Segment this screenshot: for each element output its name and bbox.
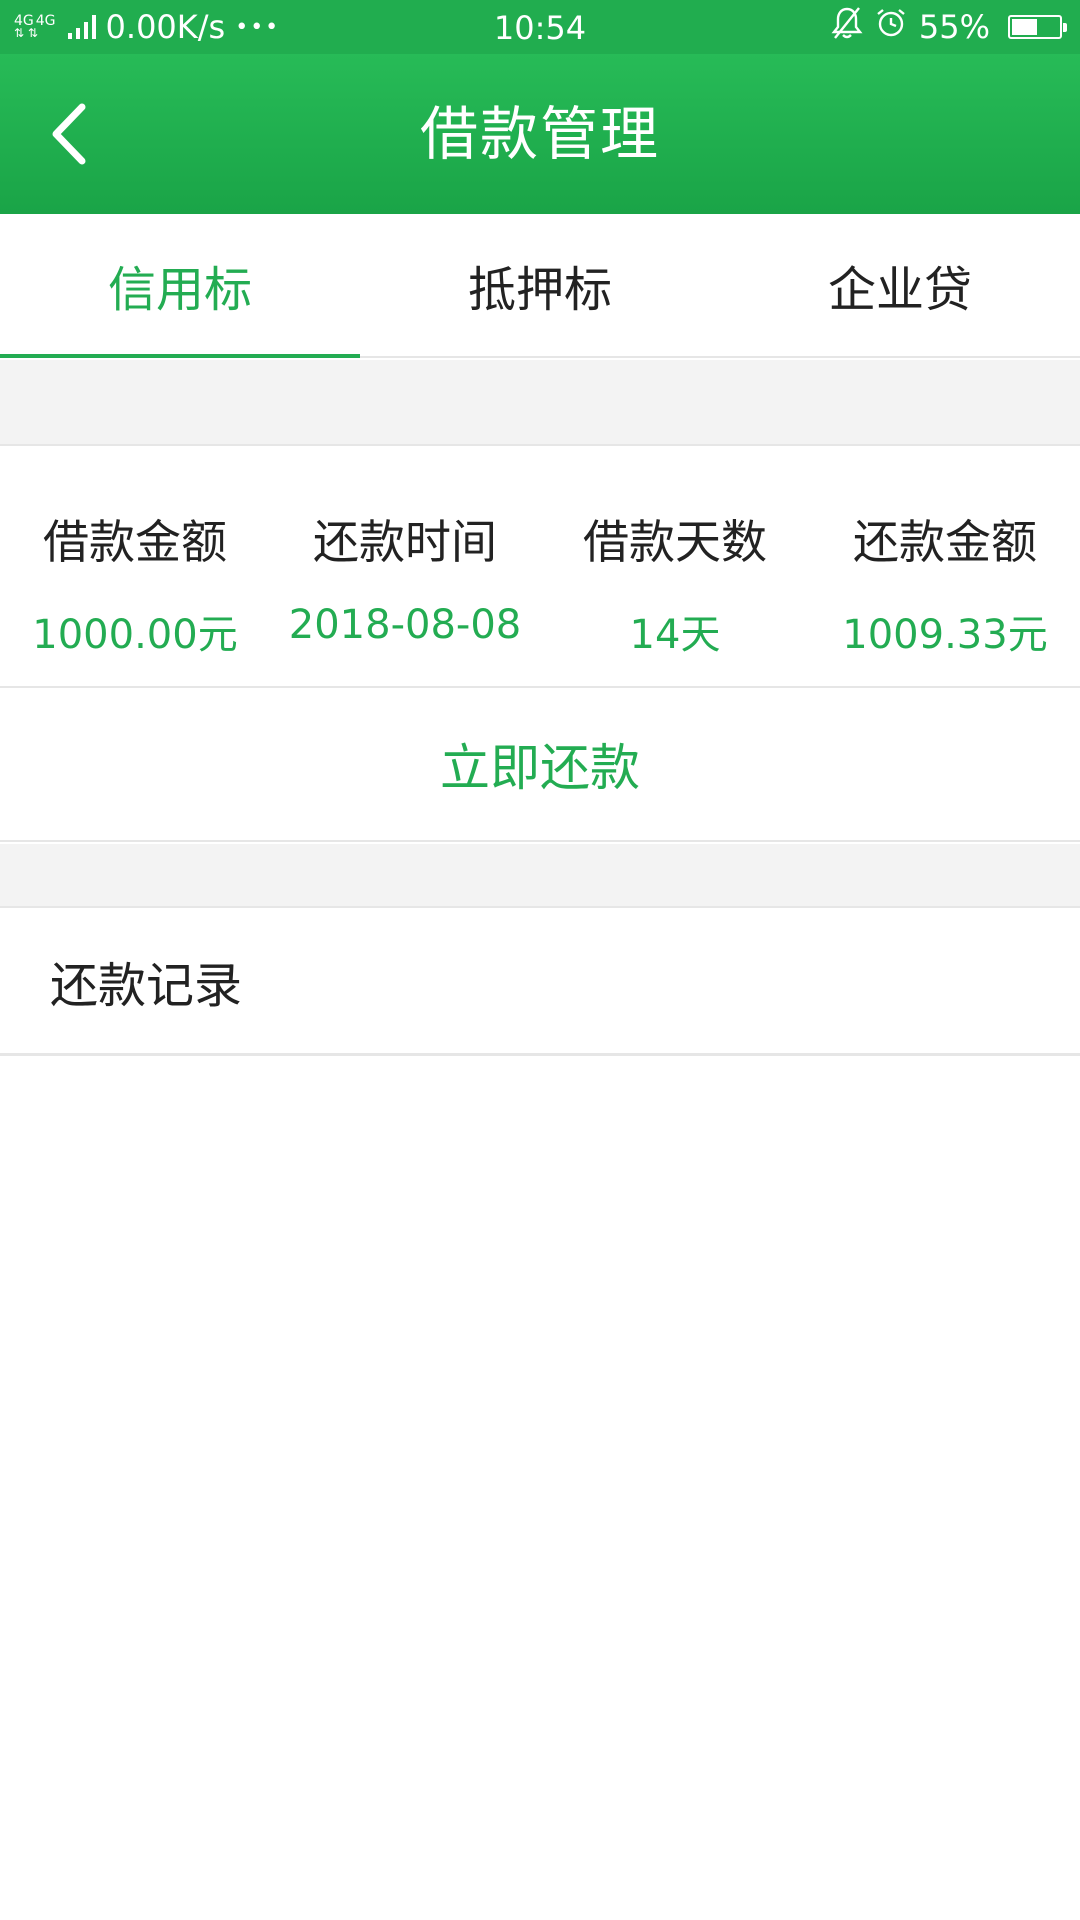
battery-percent: 55%	[918, 8, 990, 46]
summary-label: 还款时间	[313, 515, 497, 569]
battery-icon	[1008, 15, 1067, 39]
summary-value: 2018-08-08	[288, 602, 522, 648]
tab-credit[interactable]: 信用标	[0, 214, 360, 358]
summary-repay-date: 还款时间 2018-08-08	[270, 446, 540, 686]
tab-mortgage[interactable]: 抵押标	[360, 214, 720, 356]
section-divider	[0, 844, 1080, 906]
summary-label: 还款金额	[853, 515, 1037, 569]
summary-repay-amount: 还款金额 1009.33元	[810, 446, 1080, 686]
summary-value: 14天	[629, 612, 721, 658]
summary-label: 借款天数	[583, 515, 767, 569]
repay-now-row: 立即还款	[0, 688, 1080, 842]
repayment-records-label: 还款记录	[50, 957, 243, 1014]
summary-loan-amount: 借款金额 1000.00元	[0, 446, 270, 686]
alarm-icon	[875, 7, 907, 47]
loan-type-tabs: 信用标 抵押标 企业贷	[0, 214, 1080, 358]
app-header: 借款管理	[0, 54, 1080, 214]
bell-off-icon	[831, 6, 863, 48]
summary-value: 1009.33元	[842, 612, 1048, 658]
summary-value: 1000.00元	[32, 612, 238, 658]
status-right: 55%	[831, 0, 1067, 54]
summary-loan-days: 借款天数 14天	[540, 446, 810, 686]
status-bar: 4G 4G ⇅ ⇅ 0.00K/s ••• 10:54 55%	[0, 0, 1080, 54]
repayment-records-row[interactable]: 还款记录	[0, 906, 1080, 1056]
summary-label: 借款金额	[43, 515, 227, 569]
repay-now-button[interactable]: 立即还款	[440, 728, 640, 800]
loan-summary: 借款金额 1000.00元 还款时间 2018-08-08 借款天数 14天 还…	[0, 444, 1080, 688]
section-divider	[0, 360, 1080, 444]
page-title: 借款管理	[419, 100, 660, 168]
battery-level	[1012, 19, 1038, 35]
tab-enterprise[interactable]: 企业贷	[720, 214, 1080, 356]
